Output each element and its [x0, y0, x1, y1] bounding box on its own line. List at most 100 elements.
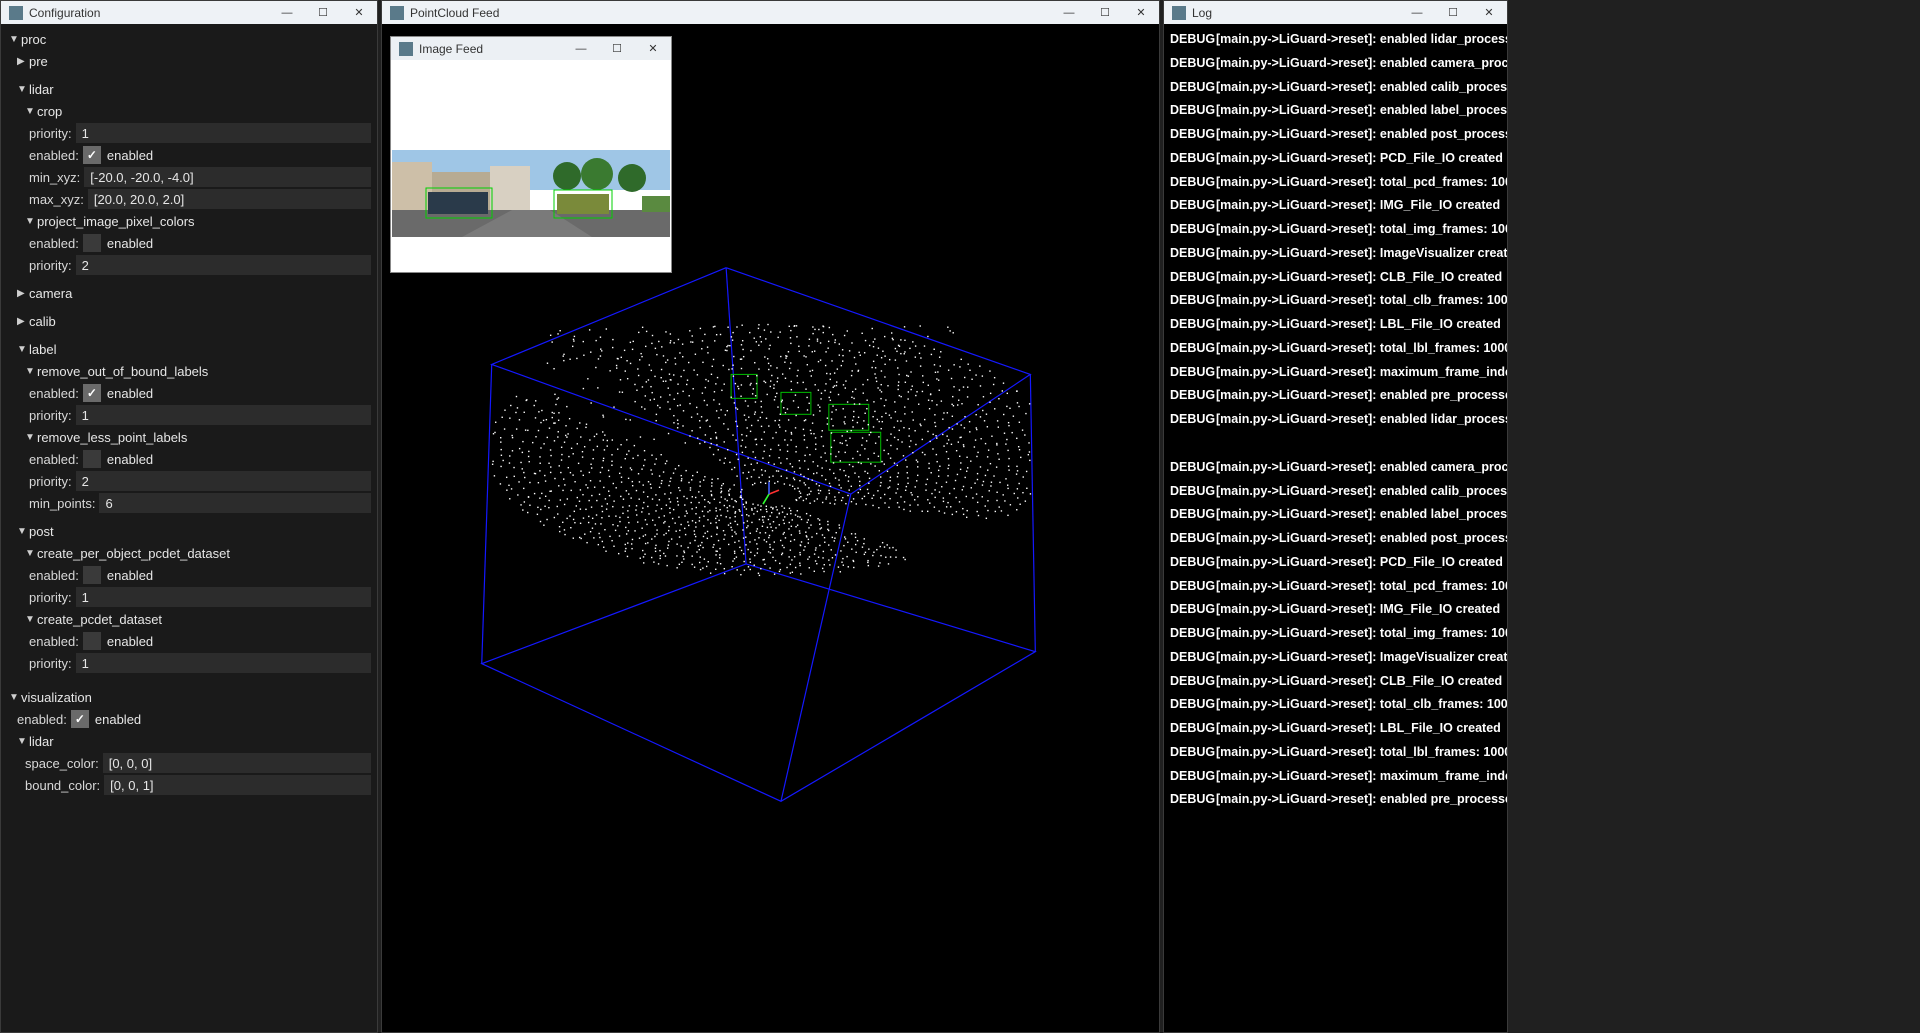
cpd-priority-input[interactable] [76, 653, 371, 673]
rooob-priority-row: priority: [9, 404, 371, 426]
node-calib[interactable]: ▶calib [9, 310, 371, 332]
maximize-button[interactable]: ☐ [305, 1, 341, 24]
crop-priority-input[interactable] [76, 123, 371, 143]
maxxyz-label: max_xyz: [29, 192, 88, 207]
log-message: [main.py->LiGuard->reset]: enabled camer… [1216, 456, 1507, 480]
node-proc[interactable]: ▼proc [9, 28, 371, 50]
pointcloud-points [492, 324, 1031, 576]
camera-image [392, 150, 670, 237]
image-feed-viewport[interactable] [391, 60, 671, 272]
node-pre[interactable]: ▶pre [9, 50, 371, 72]
node-visualization[interactable]: ▼visualization [9, 686, 371, 708]
rlpl-enabled-row: enabled: enabled [9, 448, 371, 470]
log-level: DEBUG [1170, 194, 1216, 218]
origin-axes-icon [763, 482, 779, 504]
node-label[interactable]: ▼label [9, 338, 371, 360]
rlpl-minpoints-row: min_points: [9, 492, 371, 514]
log-line: DEBUG[main.py->LiGuard->reset]: total_lb… [1170, 741, 1501, 765]
maximize-button[interactable]: ☐ [599, 37, 635, 60]
rlpl-minpoints-input[interactable] [99, 493, 371, 513]
maximize-button[interactable]: ☐ [1435, 1, 1471, 24]
crop-minxyz-input[interactable] [84, 167, 371, 187]
log-message: [main.py->LiGuard->reset]: CLB_File_IO c… [1216, 670, 1502, 694]
node-remove-less-point-labels[interactable]: ▼remove_less_point_labels [9, 426, 371, 448]
log-level: DEBUG [1170, 99, 1216, 123]
node-create-pcdet-dataset[interactable]: ▼create_pcdet_dataset [9, 608, 371, 630]
log-message: [main.py->LiGuard->reset]: total_img_fra… [1216, 622, 1507, 646]
app-icon [399, 42, 413, 56]
log-line: DEBUG[main.py->LiGuard->reset]: enabled … [1170, 76, 1501, 100]
node-lidar[interactable]: ▼lidar [9, 78, 371, 100]
log-message: [main.py->LiGuard->reset]: enabled pre_p… [1216, 384, 1507, 408]
log-level: DEBUG [1170, 52, 1216, 76]
rlpl-priority-input[interactable] [76, 471, 371, 491]
log-line: DEBUG[main.py->LiGuard->reset]: total_pc… [1170, 575, 1501, 599]
crop-enabled-checkbox[interactable] [83, 146, 101, 164]
log-message: [main.py->LiGuard->reset]: enabled calib… [1216, 76, 1507, 100]
config-titlebar[interactable]: Configuration — ☐ ✕ [1, 1, 377, 24]
pointcloud-viewport[interactable]: Image Feed — ☐ ✕ [382, 24, 1159, 1032]
image-feed-titlebar[interactable]: Image Feed — ☐ ✕ [391, 37, 671, 60]
project-priority-input[interactable] [76, 255, 371, 275]
pointcloud-titlebar[interactable]: PointCloud Feed — ☐ ✕ [382, 1, 1159, 24]
vis-enabled-checkbox[interactable] [71, 710, 89, 728]
log-message: [main.py->LiGuard->reset]: IMG_File_IO c… [1216, 598, 1500, 622]
log-line: DEBUG[main.py->LiGuard->reset]: maximum_… [1170, 361, 1501, 385]
close-button[interactable]: ✕ [1471, 1, 1507, 24]
log-titlebar[interactable]: Log — ☐ ✕ [1164, 1, 1507, 24]
log-level: DEBUG [1170, 551, 1216, 575]
log-level: DEBUG [1170, 575, 1216, 599]
maximize-button[interactable]: ☐ [1087, 1, 1123, 24]
node-crop[interactable]: ▼crop [9, 100, 371, 122]
close-button[interactable]: ✕ [1123, 1, 1159, 24]
minimize-button[interactable]: — [563, 37, 599, 60]
cpd-enabled-checkbox[interactable] [83, 632, 101, 650]
log-line: DEBUG[main.py->LiGuard->reset]: total_cl… [1170, 289, 1501, 313]
crop-maxxyz-input[interactable] [88, 189, 371, 209]
app-icon [9, 6, 23, 20]
log-message: [main.py->LiGuard->reset]: total_pcd_fra… [1216, 171, 1507, 195]
log-line: DEBUG[main.py->LiGuard->reset]: maximum_… [1170, 765, 1501, 789]
log-body[interactable]: DEBUG[main.py->LiGuard->reset]: enabled … [1164, 24, 1507, 1032]
log-message: [main.py->LiGuard->reset]: PCD_File_IO c… [1216, 147, 1503, 171]
project-priority-row: priority: [9, 254, 371, 276]
project-enabled-checkbox[interactable] [83, 234, 101, 252]
log-line: DEBUG[main.py->LiGuard->reset]: enabled … [1170, 123, 1501, 147]
log-line: DEBUG[main.py->LiGuard->reset]: enabled … [1170, 788, 1501, 812]
log-message: [main.py->LiGuard->reset]: total_lbl_fra… [1216, 337, 1507, 361]
log-line: DEBUG[main.py->LiGuard->reset]: total_cl… [1170, 693, 1501, 717]
log-line: DEBUG[main.py->LiGuard->reset]: total_pc… [1170, 171, 1501, 195]
node-remove-out-of-bound-labels[interactable]: ▼remove_out_of_bound_labels [9, 360, 371, 382]
cpopd-priority-input[interactable] [76, 587, 371, 607]
configuration-window: Configuration — ☐ ✕ ▼proc ▶pre ▼lidar ▼c… [0, 0, 378, 1033]
rlpl-enabled-checkbox[interactable] [83, 450, 101, 468]
log-line: DEBUG[main.py->LiGuard->reset]: LBL_File… [1170, 313, 1501, 337]
vis-bound-color-input[interactable] [104, 775, 371, 795]
minimize-button[interactable]: — [1399, 1, 1435, 24]
log-level: DEBUG [1170, 788, 1216, 812]
crop-enabled-text: enabled [107, 148, 153, 163]
close-button[interactable]: ✕ [341, 1, 377, 24]
config-body[interactable]: ▼proc ▶pre ▼lidar ▼crop priority: enable… [1, 24, 377, 1032]
log-line: DEBUG[main.py->LiGuard->reset]: total_im… [1170, 622, 1501, 646]
node-camera[interactable]: ▶camera [9, 282, 371, 304]
node-vis-lidar[interactable]: ▼lidar [9, 730, 371, 752]
minimize-button[interactable]: — [1051, 1, 1087, 24]
close-button[interactable]: ✕ [635, 37, 671, 60]
log-line: DEBUG[main.py->LiGuard->reset]: IMG_File… [1170, 598, 1501, 622]
log-level: DEBUG [1170, 289, 1216, 313]
crop-minxyz-row: min_xyz: [9, 166, 371, 188]
log-level: DEBUG [1170, 76, 1216, 100]
log-level: DEBUG [1170, 598, 1216, 622]
vis-space-color-input[interactable] [103, 753, 371, 773]
cpopd-enabled-checkbox[interactable] [83, 566, 101, 584]
node-post[interactable]: ▼post [9, 520, 371, 542]
node-project-image-pixel-colors[interactable]: ▼project_image_pixel_colors [9, 210, 371, 232]
project-enabled-row: enabled: enabled [9, 232, 371, 254]
rooob-priority-input[interactable] [76, 405, 371, 425]
log-line: DEBUG[main.py->LiGuard->reset]: PCD_File… [1170, 147, 1501, 171]
log-message: [main.py->LiGuard->reset]: maximum_frame… [1216, 361, 1507, 385]
rooob-enabled-checkbox[interactable] [83, 384, 101, 402]
minimize-button[interactable]: — [269, 1, 305, 24]
node-create-per-object-pcdet-dataset[interactable]: ▼create_per_object_pcdet_dataset [9, 542, 371, 564]
